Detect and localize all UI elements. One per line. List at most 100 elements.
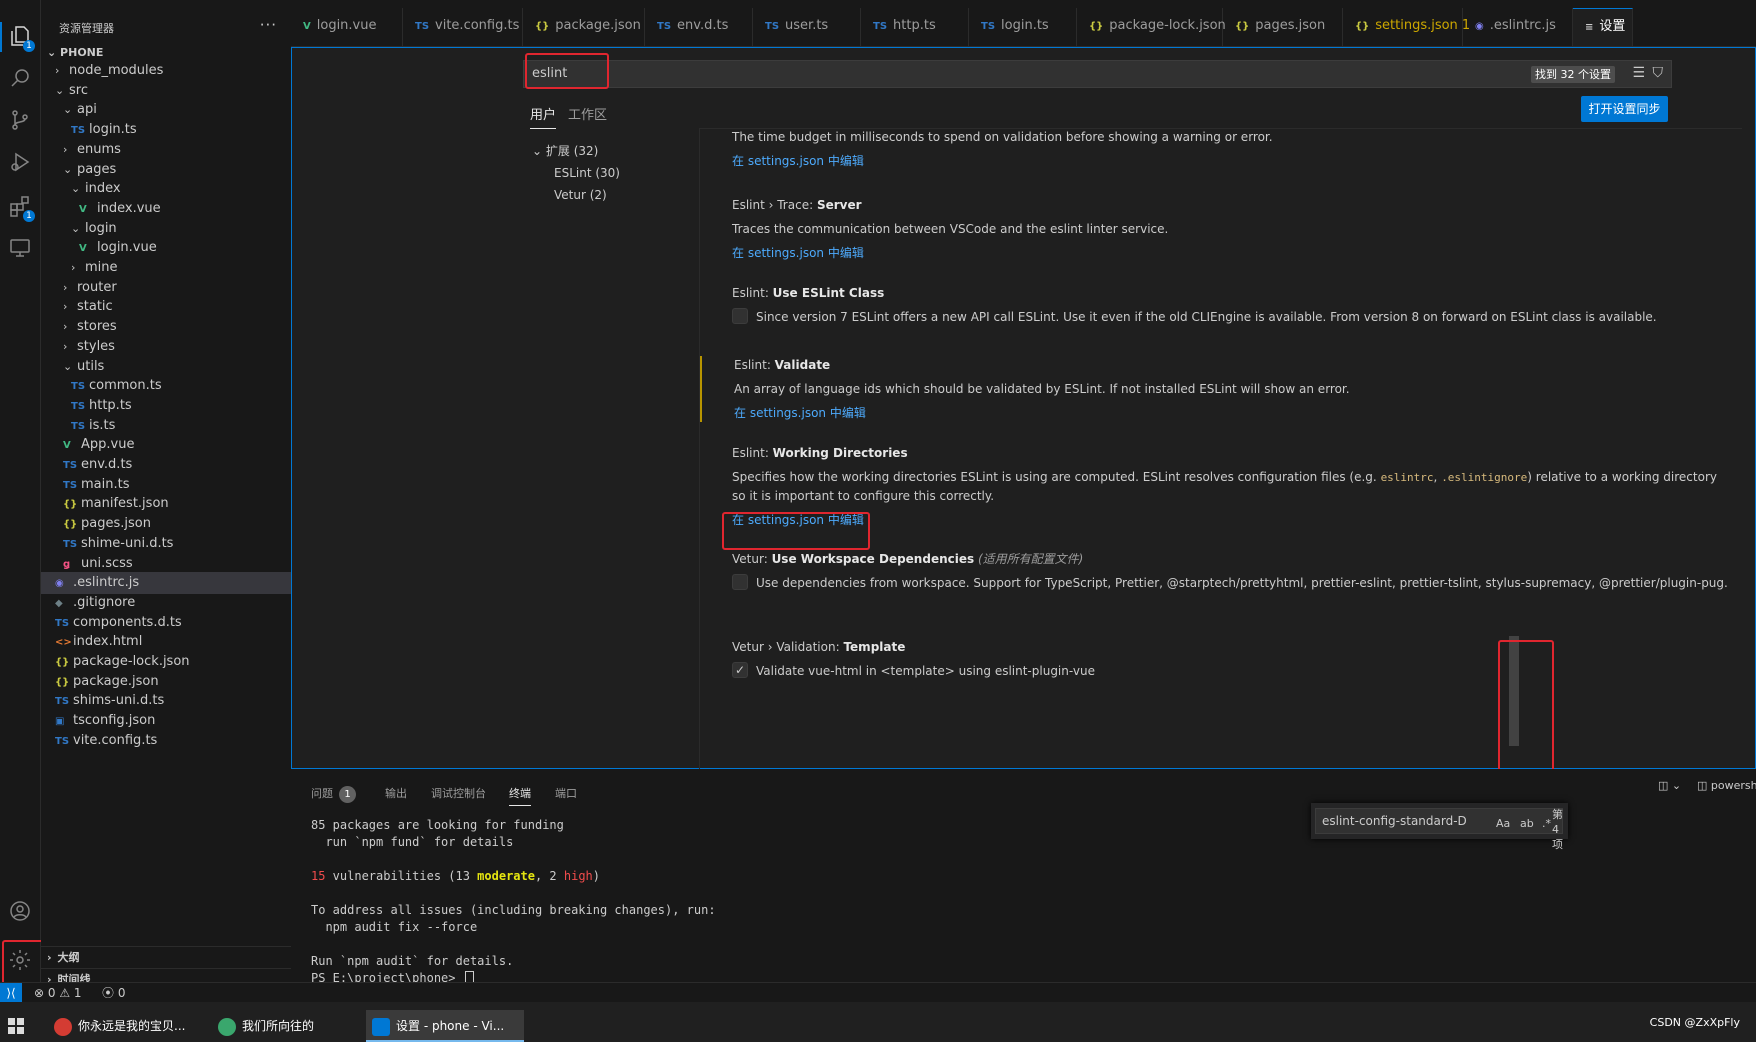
tree-item[interactable]: ⌄ index: [41, 178, 291, 200]
tree-item[interactable]: ◆ .gitignore: [41, 592, 291, 614]
taskbar-app-vscode[interactable]: 设置 - phone - Vi...: [366, 1010, 524, 1042]
setting-timeout-partial: The time budget in milliseconds to spend…: [700, 128, 1730, 170]
remote-explorer-button[interactable]: [4, 232, 36, 264]
open-settings-sync-button[interactable]: 打开设置同步: [1581, 96, 1668, 122]
tab-ports[interactable]: 端口: [555, 783, 577, 805]
editor-tab[interactable]: {} package.json: [523, 8, 645, 46]
problems-status[interactable]: ⊗ 0 ⚠ 1: [34, 983, 82, 1003]
editor-tab[interactable]: ◉ .eslintrc.js: [1463, 8, 1573, 46]
tab-problems[interactable]: 问题 1: [311, 783, 356, 805]
match-word-icon[interactable]: ab: [1520, 812, 1534, 836]
regex-icon[interactable]: .*: [1542, 812, 1551, 836]
tree-item[interactable]: {} package.json: [41, 671, 291, 693]
editor-tab[interactable]: TS http.ts: [861, 8, 969, 46]
toc-item-eslint[interactable]: ESLint (30): [532, 162, 620, 184]
tab-label: pages.json: [1255, 18, 1326, 33]
tree-item[interactable]: Vindex.vue: [41, 198, 291, 220]
edit-in-settings-json-link[interactable]: 在 settings.json 中编辑: [732, 152, 1730, 170]
split-terminal-icon[interactable]: ◫ ⌄: [1658, 779, 1681, 792]
editor-tab[interactable]: {} package-lock.json: [1077, 8, 1226, 46]
tab-label: 设置: [1599, 19, 1626, 34]
tree-item[interactable]: V App.vue: [41, 434, 291, 456]
windows-start-icon[interactable]: [8, 1018, 24, 1034]
workspace-root[interactable]: ⌄ PHONE: [47, 46, 103, 59]
tree-item[interactable]: TS is.ts: [41, 415, 291, 437]
use-eslint-class-checkbox[interactable]: [732, 308, 748, 324]
explorer-button[interactable]: 1: [4, 20, 36, 52]
tree-item[interactable]: › static: [41, 296, 291, 318]
more-actions-icon[interactable]: ···: [260, 16, 277, 34]
tree-item[interactable]: TS login.ts: [41, 119, 291, 141]
tab-user-settings[interactable]: 用户: [530, 104, 557, 129]
tree-item[interactable]: ▣ tsconfig.json: [41, 710, 291, 732]
editor-tab[interactable]: ≡ 设置: [1573, 8, 1633, 46]
tree-item[interactable]: ⌄ login: [41, 218, 291, 240]
tree-item-label: enums: [77, 141, 121, 157]
extensions-button[interactable]: 1: [4, 190, 36, 222]
edit-in-settings-json-link[interactable]: 在 settings.json 中编辑: [732, 511, 1730, 529]
tree-item[interactable]: ⌄ src: [41, 80, 291, 102]
filter-icon[interactable]: ⛉: [1653, 65, 1664, 81]
editor-tab[interactable]: TS env.d.ts: [645, 8, 753, 46]
account-button[interactable]: [4, 895, 36, 927]
tree-item[interactable]: {} package-lock.json: [41, 651, 291, 673]
terminal-instance[interactable]: ◫ powersh: [1697, 779, 1756, 792]
run-debug-button[interactable]: [4, 146, 36, 178]
tree-item[interactable]: TS http.ts: [41, 395, 291, 417]
source-control-button[interactable]: [4, 104, 36, 136]
tree-item[interactable]: TS components.d.ts: [41, 612, 291, 634]
terminal-find-input[interactable]: eslint-config-standard-D Aa ab .*: [1315, 808, 1563, 834]
search-button[interactable]: [4, 62, 36, 94]
tree-item[interactable]: TS vite.config.ts: [41, 730, 291, 752]
edit-in-settings-json-link[interactable]: 在 settings.json 中编辑: [732, 244, 1730, 262]
tree-item[interactable]: Vlogin.vue: [41, 237, 291, 259]
edit-in-settings-json-link[interactable]: 在 settings.json 中编辑: [734, 404, 1730, 422]
tab-debug-console[interactable]: 调试控制台: [431, 783, 486, 805]
use-workspace-deps-checkbox[interactable]: [732, 574, 748, 590]
tree-item[interactable]: TS shims-uni.d.ts: [41, 690, 291, 712]
manage-button[interactable]: [4, 944, 36, 976]
tree-item[interactable]: {} manifest.json: [41, 493, 291, 515]
validate-template-checkbox[interactable]: ✓: [732, 662, 748, 678]
tree-item[interactable]: ǥ uni.scss: [41, 553, 291, 575]
terminal-output[interactable]: 85 packages are looking for funding run …: [311, 817, 716, 987]
match-case-icon[interactable]: Aa: [1496, 812, 1510, 836]
editor-tab[interactable]: TS user.ts: [753, 8, 861, 46]
tree-item[interactable]: ⌄ pages: [41, 159, 291, 181]
tree-item[interactable]: <>index.html: [41, 631, 291, 653]
tree-item[interactable]: TS shime-uni.d.ts: [41, 533, 291, 555]
taskbar-app-netease-music[interactable]: 你永远是我的宝贝...: [48, 1010, 198, 1042]
tree-item[interactable]: TS env.d.ts: [41, 454, 291, 476]
settings-scrollbar-thumb[interactable]: [1509, 636, 1519, 746]
tree-item[interactable]: › styles: [41, 336, 291, 358]
editor-tab[interactable]: TS login.ts: [969, 8, 1077, 46]
editor-tab[interactable]: {} settings.json 1: [1343, 8, 1470, 46]
outline-section[interactable]: › 大纲: [41, 946, 291, 969]
toc-item-vetur[interactable]: Vetur (2): [532, 184, 620, 206]
taskbar-app-chat[interactable]: 我们所向往的: [212, 1010, 352, 1042]
tree-item[interactable]: {} pages.json: [41, 513, 291, 535]
tree-item[interactable]: › stores: [41, 316, 291, 338]
tree-item[interactable]: TS main.ts: [41, 474, 291, 496]
tree-item[interactable]: ⌄ api: [41, 99, 291, 121]
tree-item[interactable]: ◉ .eslintrc.js: [41, 572, 291, 595]
tree-item[interactable]: › enums: [41, 139, 291, 161]
setting-description: Specifies how the working directories ES…: [732, 470, 1717, 503]
tree-item[interactable]: › mine: [41, 257, 291, 279]
tab-output[interactable]: 输出: [385, 783, 407, 805]
tree-item[interactable]: TS common.ts: [41, 375, 291, 397]
editor-tab[interactable]: {} pages.json: [1223, 8, 1343, 46]
toc-group-extensions[interactable]: ⌄ 扩展 (32): [532, 140, 620, 162]
settings-search-input[interactable]: eslint 找到 32 个设置 ☰ ⛉: [523, 60, 1672, 88]
tab-workspace-settings[interactable]: 工作区: [568, 104, 607, 128]
tree-item[interactable]: › node_modules: [41, 60, 291, 82]
editor-tab[interactable]: TS vite.config.ts: [403, 8, 523, 46]
tree-item[interactable]: › router: [41, 277, 291, 299]
clear-filter-icon[interactable]: ☰: [1632, 65, 1645, 81]
ports-status[interactable]: ⦿ 0: [102, 983, 125, 1003]
tree-item[interactable]: ⌄ utils: [41, 356, 291, 378]
editor-tab[interactable]: Vlogin.vue: [291, 8, 403, 46]
tab-terminal[interactable]: 终端: [509, 783, 531, 806]
remote-indicator-icon[interactable]: ⟩⟨: [0, 983, 22, 1003]
tree-item-label: pages: [77, 161, 117, 177]
